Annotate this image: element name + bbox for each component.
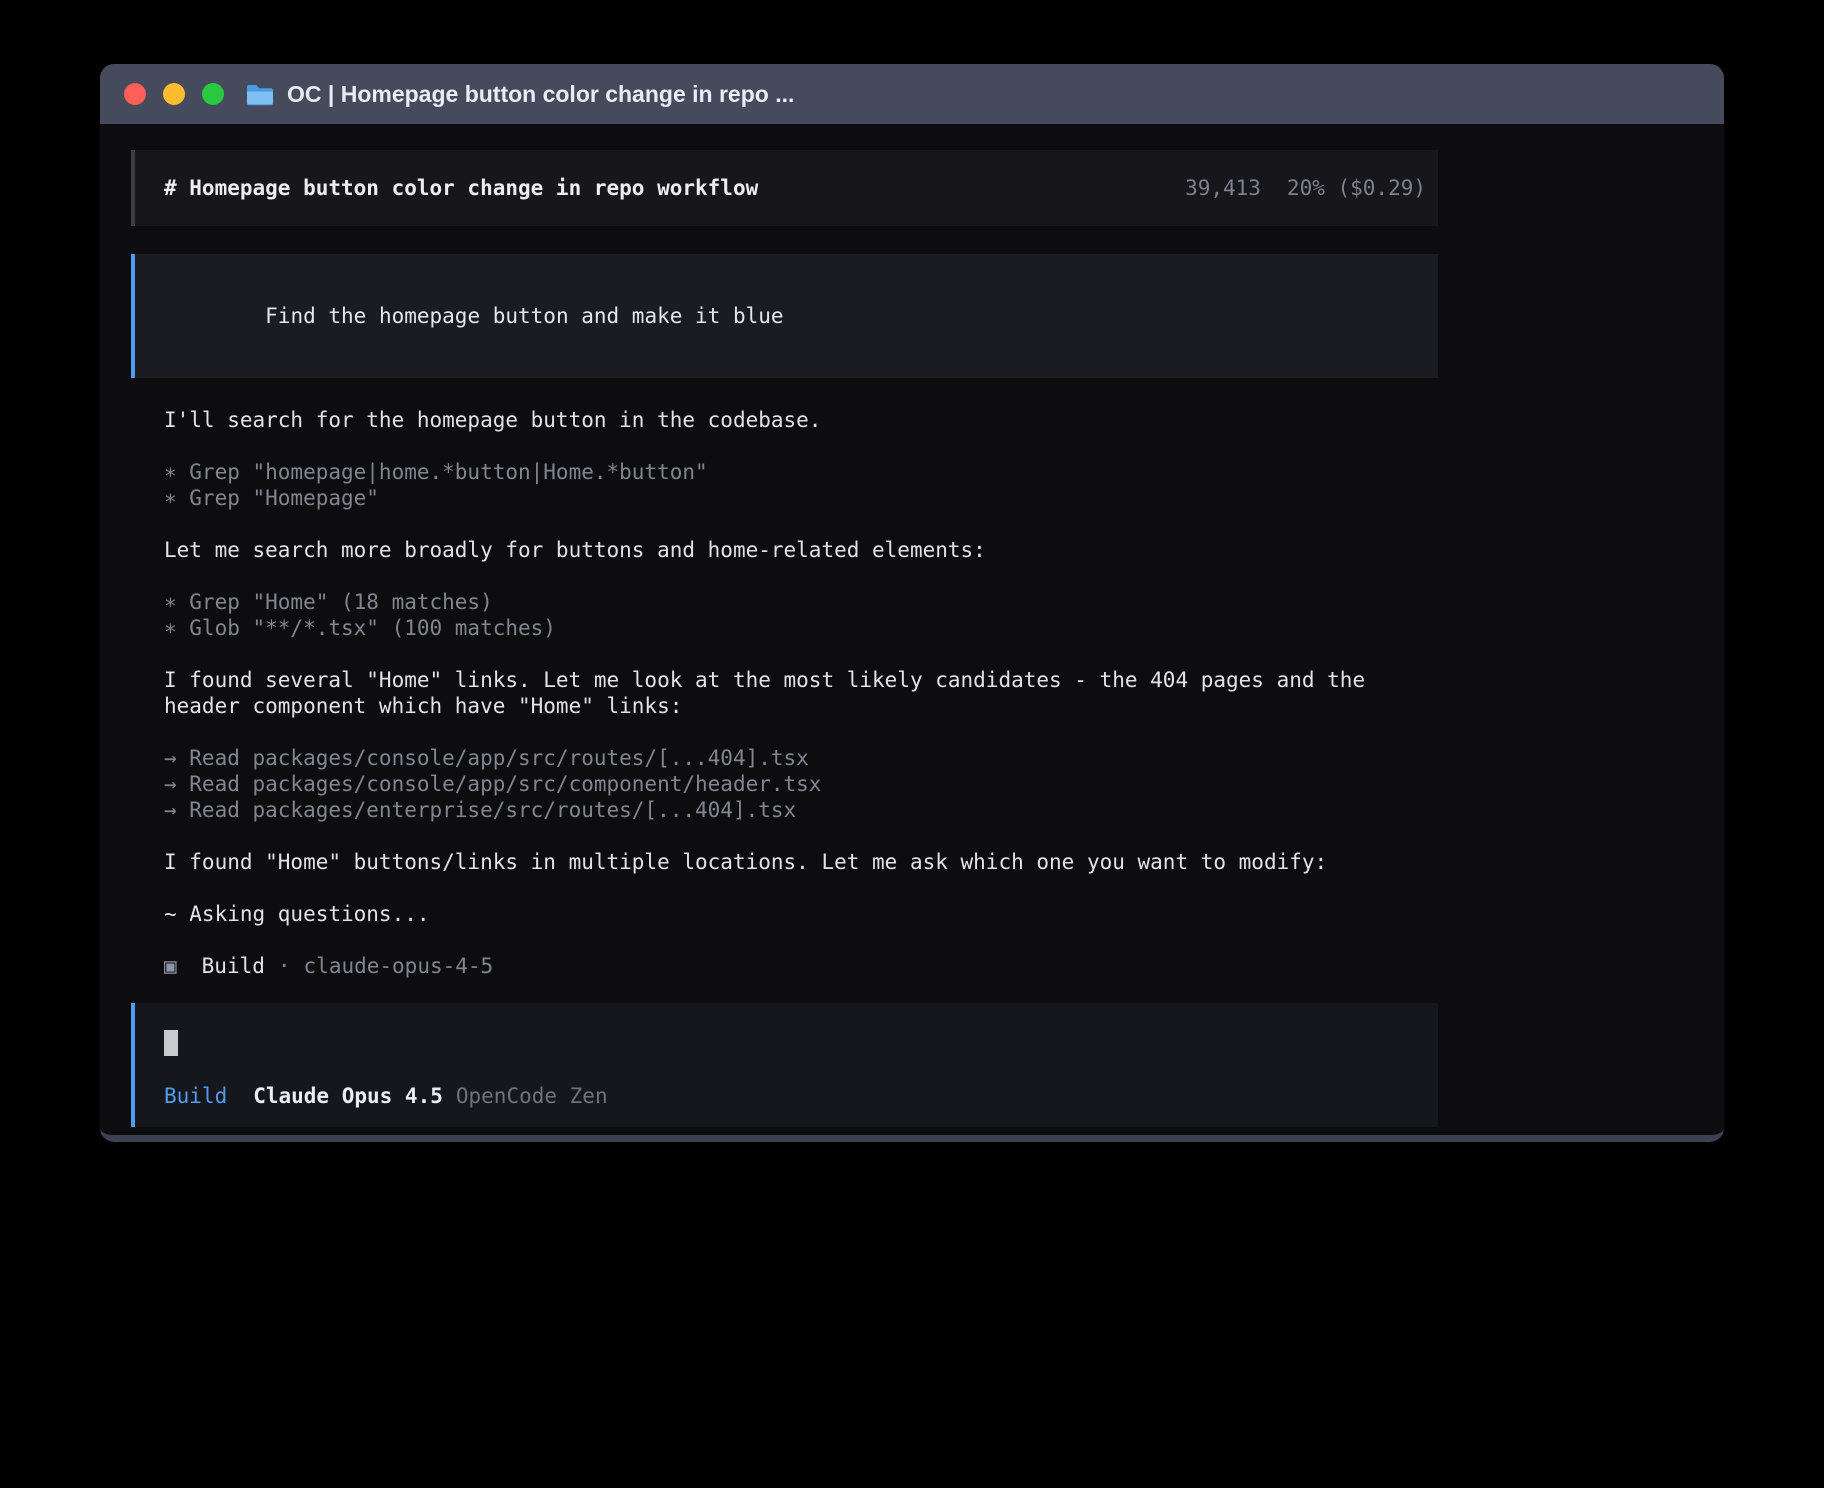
session-header: # Homepage button color change in repo w… bbox=[131, 150, 1438, 226]
context-cost: 20% ($0.29) bbox=[1287, 176, 1426, 200]
agent-status-line: ▣ Build · claude-opus-4-5 bbox=[164, 953, 1438, 979]
traffic-lights bbox=[124, 83, 224, 105]
agent-model: claude-opus-4-5 bbox=[304, 953, 494, 979]
window-title: OC | Homepage button color change in rep… bbox=[287, 81, 794, 108]
folder-icon bbox=[246, 83, 274, 106]
tool-call-group: ∗ Grep "Home" (18 matches) ∗ Glob "**/*.… bbox=[164, 589, 1438, 641]
assistant-paragraph: Let me search more broadly for buttons a… bbox=[164, 537, 1438, 563]
window-titlebar[interactable]: OC | Homepage button color change in rep… bbox=[100, 64, 1724, 124]
minimize-button[interactable] bbox=[163, 83, 185, 105]
assistant-paragraph: I found several "Home" links. Let me loo… bbox=[164, 667, 1438, 719]
tool-call-grep: ∗ Grep "homepage|home.*button|Home.*butt… bbox=[164, 459, 1438, 485]
agent-icon: ▣ bbox=[164, 953, 177, 979]
spinner-dots: ········ bbox=[131, 1135, 249, 1142]
agent-separator: · bbox=[278, 953, 291, 979]
status-bar-right: ctrl+t variants tab agents ctrl+p commands bbox=[877, 1135, 1438, 1142]
prompt-input[interactable]: Build Claude Opus 4.5 OpenCode Zen bbox=[131, 1003, 1438, 1127]
shortcut-label-variants: variants bbox=[966, 1136, 1067, 1142]
shortcut-label-commands: commands bbox=[1337, 1136, 1438, 1142]
close-button[interactable] bbox=[124, 83, 146, 105]
tool-call-grep: ∗ Grep "Home" (18 matches) bbox=[164, 589, 1438, 615]
agent-name: Build bbox=[202, 953, 265, 979]
tool-call-grep: ∗ Grep "Homepage" bbox=[164, 485, 1438, 511]
tool-call-read: → Read packages/console/app/src/routes/[… bbox=[164, 745, 1438, 771]
assistant-paragraph: ~ Asking questions... bbox=[164, 901, 1438, 927]
session-usage: 39,413 20% ($0.29) bbox=[1185, 175, 1426, 201]
assistant-paragraph: I'll search for the homepage button in t… bbox=[164, 407, 1438, 433]
assistant-text: I found several "Home" links. Let me loo… bbox=[164, 667, 1438, 693]
shortcut-agents: tab agents bbox=[1094, 1135, 1221, 1142]
tool-call-read: → Read packages/enterprise/src/routes/[.… bbox=[164, 797, 1438, 823]
assistant-text: I found "Home" buttons/links in multiple… bbox=[164, 849, 1438, 875]
tool-call-group: ∗ Grep "homepage|home.*button|Home.*butt… bbox=[164, 459, 1438, 511]
shortcut-key-variants: ctrl+t bbox=[877, 1136, 953, 1142]
session-title: # Homepage button color change in repo w… bbox=[164, 175, 758, 201]
conversation: I'll search for the homepage button in t… bbox=[131, 407, 1438, 979]
zoom-button[interactable] bbox=[202, 83, 224, 105]
status-bar-left: ········ esc interrupt bbox=[131, 1135, 442, 1142]
shortcut-key-commands: ctrl+p bbox=[1248, 1136, 1324, 1142]
assistant-status-text: ~ Asking questions... bbox=[164, 901, 1438, 927]
model-label: Claude Opus 4.5 bbox=[253, 1083, 443, 1109]
token-count: 39,413 bbox=[1185, 176, 1261, 200]
shortcut-label-agents: agents bbox=[1145, 1136, 1221, 1142]
provider-label: OpenCode Zen bbox=[456, 1083, 608, 1109]
interrupt-label: interrupt bbox=[328, 1135, 442, 1142]
assistant-text: I'll search for the homepage button in t… bbox=[164, 407, 1438, 433]
shortcut-variants: ctrl+t variants bbox=[877, 1135, 1067, 1142]
shortcut-key-agents: tab bbox=[1094, 1136, 1132, 1142]
app-window: OC | Homepage button color change in rep… bbox=[100, 64, 1724, 1142]
assistant-paragraph: I found "Home" buttons/links in multiple… bbox=[164, 849, 1438, 875]
assistant-text: header component which have "Home" links… bbox=[164, 693, 1438, 719]
tool-call-group: → Read packages/console/app/src/routes/[… bbox=[164, 745, 1438, 823]
tool-call-glob: ∗ Glob "**/*.tsx" (100 matches) bbox=[164, 615, 1438, 641]
mode-label: Build bbox=[164, 1083, 227, 1109]
tool-call-read: → Read packages/console/app/src/componen… bbox=[164, 771, 1438, 797]
window-title-group: OC | Homepage button color change in rep… bbox=[246, 81, 794, 108]
esc-key: esc bbox=[277, 1135, 315, 1142]
user-message-text: Find the homepage button and make it blu… bbox=[265, 304, 783, 328]
text-cursor bbox=[164, 1030, 178, 1056]
user-message: Find the homepage button and make it blu… bbox=[131, 254, 1438, 378]
model-status-line: Build Claude Opus 4.5 OpenCode Zen bbox=[164, 1083, 1410, 1109]
status-bar: ········ esc interrupt ctrl+t variants ta… bbox=[131, 1135, 1438, 1142]
assistant-text: Let me search more broadly for buttons a… bbox=[164, 537, 1438, 563]
shortcut-commands: ctrl+p commands bbox=[1248, 1135, 1438, 1142]
